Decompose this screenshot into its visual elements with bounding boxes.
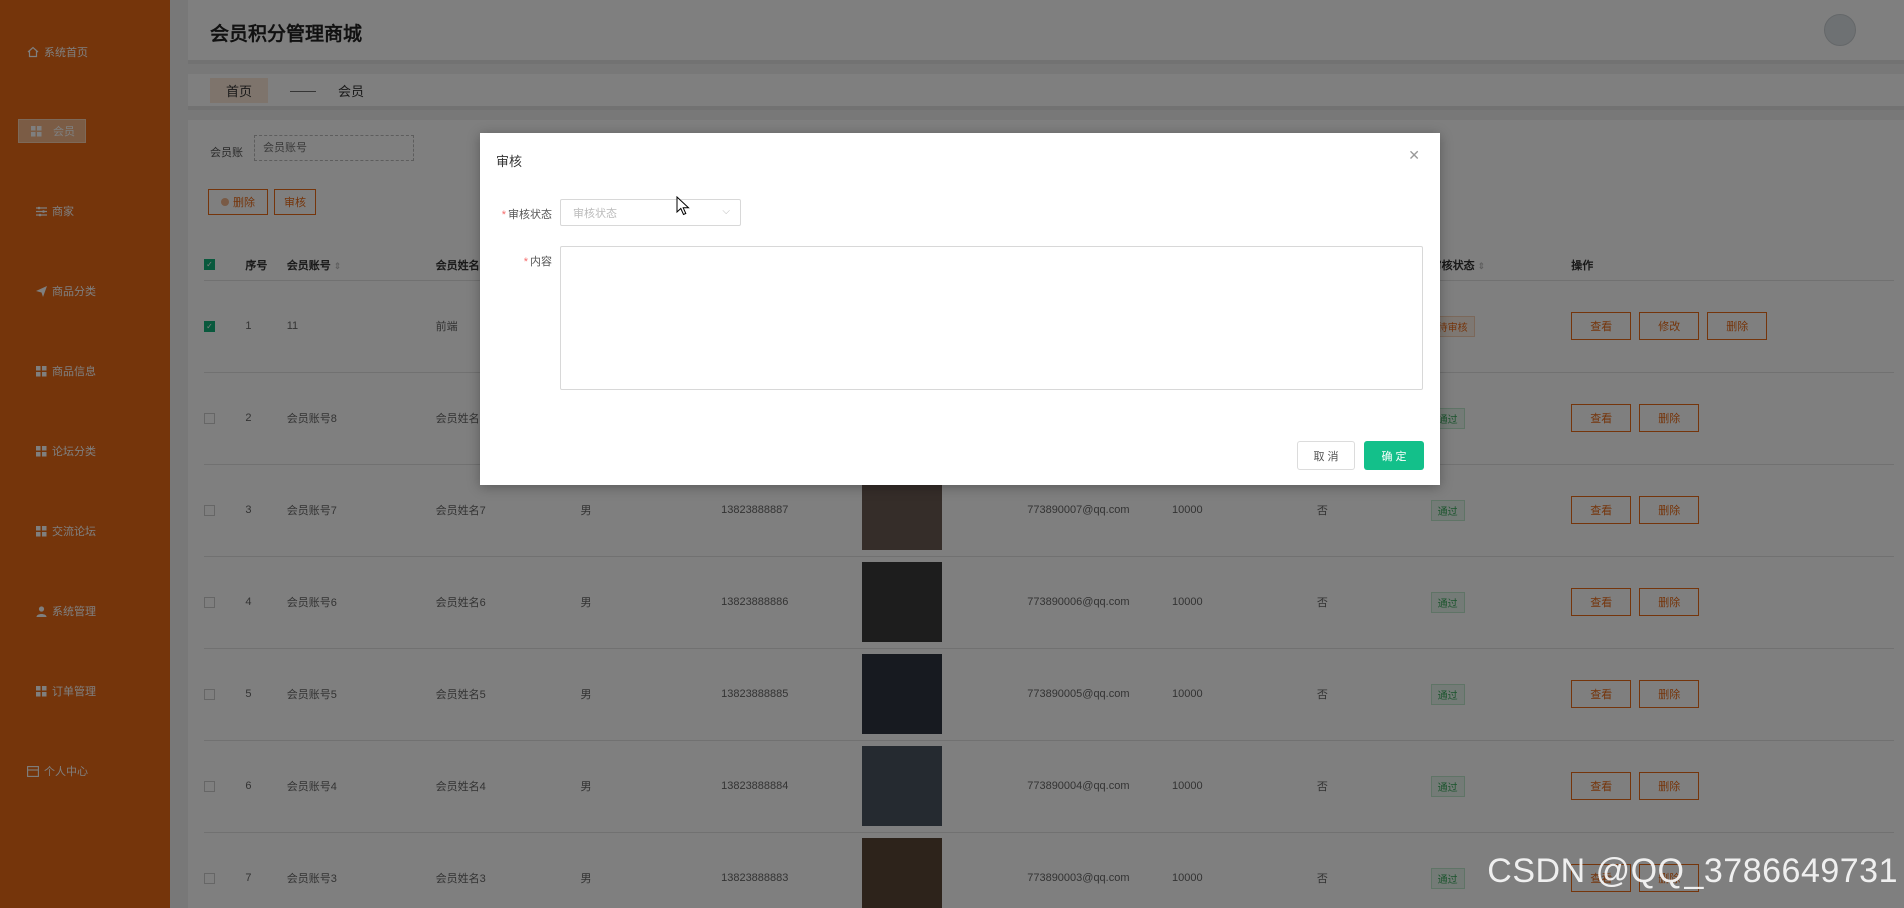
cancel-button[interactable]: 取 消 xyxy=(1297,441,1355,470)
audit-dialog: 审核 ✕ * 审核状态 审核状态 ⌵ * 内容 取 消 确 定 xyxy=(480,133,1440,485)
close-icon[interactable]: ✕ xyxy=(1408,147,1420,164)
status-field-label: * 审核状态 xyxy=(501,209,552,221)
content-label-text: 内容 xyxy=(530,256,552,268)
status-select[interactable]: 审核状态 ⌵ xyxy=(560,199,741,226)
mouse-cursor-icon xyxy=(676,196,690,216)
status-placeholder: 审核状态 xyxy=(573,207,617,220)
watermark: CSDN @QQ_3786649731 xyxy=(1487,852,1898,890)
content-textarea[interactable] xyxy=(560,246,1423,390)
status-label-text: 审核状态 xyxy=(508,209,552,221)
chevron-down-icon: ⌵ xyxy=(722,206,730,217)
dialog-title: 审核 xyxy=(496,154,523,169)
confirm-button[interactable]: 确 定 xyxy=(1364,441,1424,470)
content-field-label: * 内容 xyxy=(523,256,552,268)
